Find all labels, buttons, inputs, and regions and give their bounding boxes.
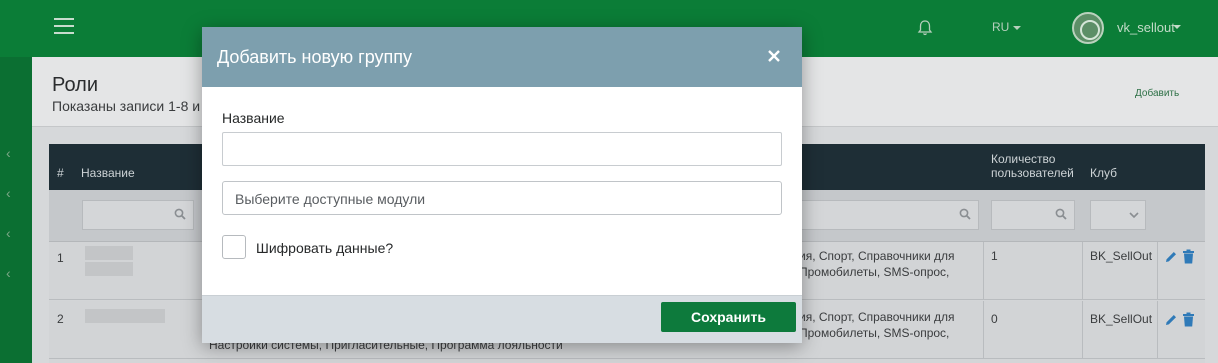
hamburger-menu-icon[interactable] xyxy=(54,18,74,34)
modules-select[interactable]: Выберите доступные модули xyxy=(222,181,782,215)
modal-title: Добавить новую группу xyxy=(217,47,413,67)
chevron-down-icon xyxy=(1013,26,1021,30)
modal-header: Добавить новую группу xyxy=(202,27,802,87)
edit-icon[interactable] xyxy=(1164,313,1178,327)
column-header-club[interactable]: Клуб xyxy=(1090,166,1117,180)
row-modules-line2: Промобилеты, SMS-опрос, xyxy=(799,265,950,279)
column-divider xyxy=(983,301,984,359)
add-role-link[interactable]: Добавить xyxy=(1135,88,1179,99)
add-group-modal: Добавить новую группу Название Выберите … xyxy=(202,27,802,343)
modal-footer: Сохранить xyxy=(202,295,802,343)
close-icon[interactable] xyxy=(765,47,783,65)
search-icon xyxy=(959,208,971,220)
column-divider xyxy=(1082,301,1083,359)
redacted-name xyxy=(85,246,133,260)
row-modules-line1: ия, Спорт, Справочники для xyxy=(799,310,955,324)
chevron-left-icon[interactable]: ‹ xyxy=(6,265,11,281)
name-filter-input[interactable] xyxy=(82,200,194,230)
user-menu[interactable]: vk_sellout xyxy=(1117,20,1175,35)
row-user-count: 0 xyxy=(991,312,998,326)
encrypt-data-checkbox[interactable] xyxy=(222,235,246,259)
avatar[interactable] xyxy=(1072,12,1104,44)
row-user-count: 1 xyxy=(991,249,998,263)
records-summary: Показаны записи 1-8 и xyxy=(52,98,201,114)
row-club: BK_SellOut xyxy=(1090,312,1153,326)
user-count-filter-input[interactable] xyxy=(991,200,1075,230)
trash-icon[interactable] xyxy=(1182,249,1195,264)
row-club: BK_SellOut xyxy=(1090,249,1153,263)
chevron-left-icon[interactable]: ‹ xyxy=(6,185,11,201)
chevron-left-icon[interactable]: ‹ xyxy=(6,225,11,241)
column-header-user-count-line1: Количество xyxy=(991,152,1056,166)
modules-select-placeholder: Выберите доступные модули xyxy=(235,191,426,207)
row-index: 1 xyxy=(57,251,64,265)
column-divider xyxy=(1157,301,1158,359)
chevron-left-icon[interactable]: ‹ xyxy=(6,145,11,161)
chevron-down-icon xyxy=(1129,212,1139,219)
column-header-index: # xyxy=(57,166,64,180)
column-header-user-count-line2: пользователей xyxy=(991,166,1074,180)
column-header-name[interactable]: Название xyxy=(81,166,135,180)
column-header-user-count[interactable]: Количество пользователей xyxy=(991,152,1074,180)
redacted-name xyxy=(85,309,165,323)
row-index: 2 xyxy=(57,312,64,326)
trash-icon[interactable] xyxy=(1182,312,1195,327)
encrypt-data-label[interactable]: Шифровать данные? xyxy=(256,240,393,256)
column-divider xyxy=(1082,242,1083,300)
redacted-name xyxy=(85,262,133,276)
row-modules-line2: Промобилеты, SMS-опрос, xyxy=(799,326,950,340)
chevron-down-icon xyxy=(1173,25,1181,29)
sidebar-rail: ‹ ‹ ‹ ‹ xyxy=(0,57,32,363)
save-button[interactable]: Сохранить xyxy=(661,302,796,332)
edit-icon[interactable] xyxy=(1164,250,1178,264)
search-icon xyxy=(1055,208,1067,220)
group-name-input[interactable] xyxy=(222,132,782,166)
search-icon xyxy=(174,208,186,220)
language-selector[interactable]: RU xyxy=(992,20,1009,34)
row-modules-line1: ия, Спорт, Справочники для xyxy=(799,249,955,263)
column-divider xyxy=(1157,242,1158,300)
modules-filter-input[interactable] xyxy=(799,200,979,230)
column-divider xyxy=(983,242,984,300)
bell-icon[interactable] xyxy=(916,19,934,37)
name-field-label: Название xyxy=(222,110,285,126)
page-title: Роли xyxy=(52,74,98,96)
club-filter-select[interactable] xyxy=(1090,200,1146,230)
